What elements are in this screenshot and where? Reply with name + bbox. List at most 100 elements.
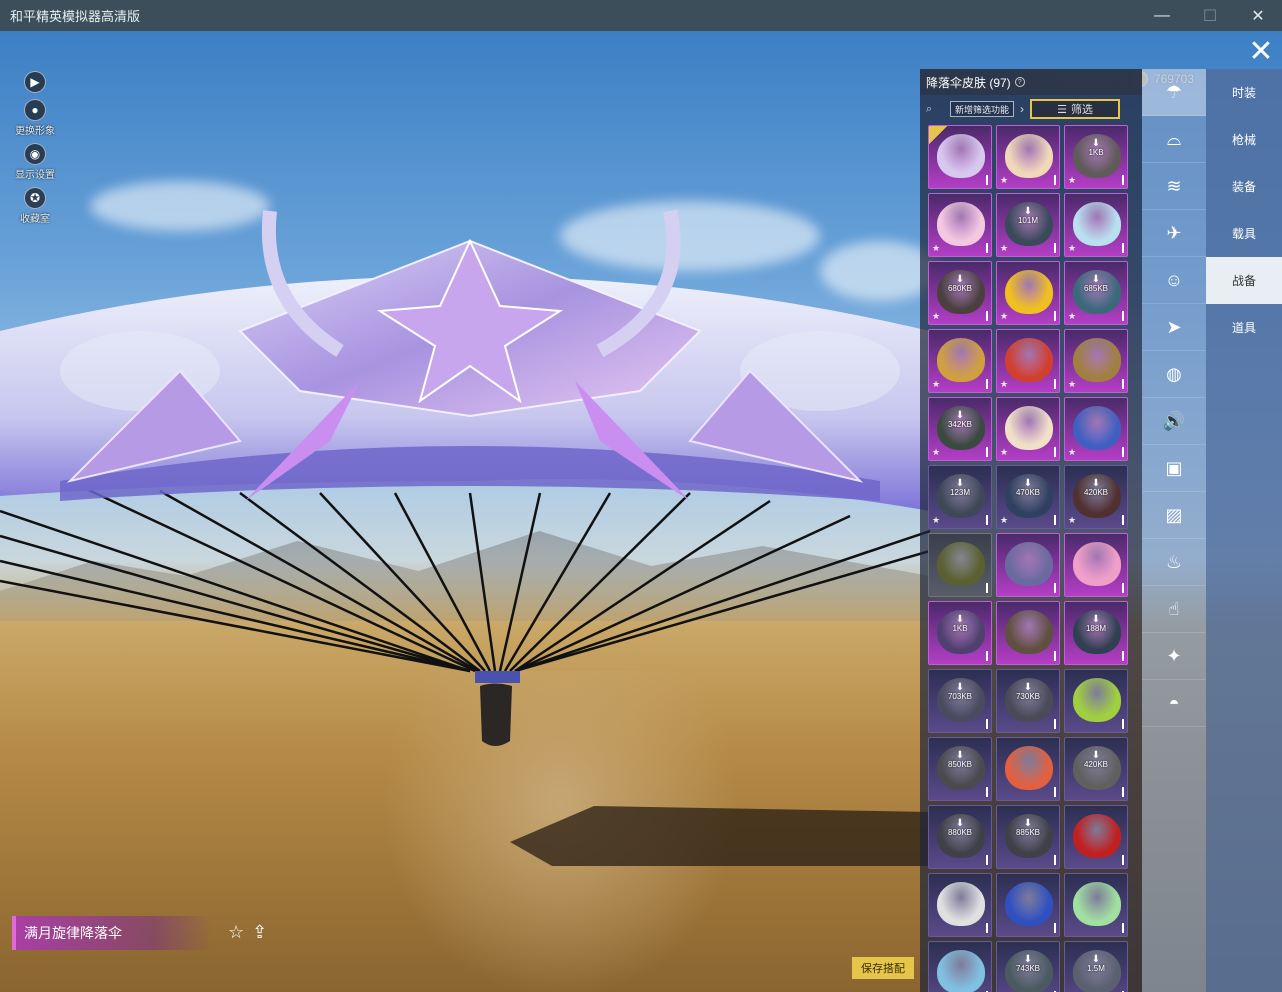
star-icon: ★ (932, 515, 941, 525)
skin-item[interactable] (928, 941, 992, 992)
skin-item[interactable] (928, 533, 992, 597)
skin-item[interactable]: ★ (996, 397, 1060, 461)
new-filter-tag[interactable]: 新增筛选功能 (950, 101, 1015, 117)
tab-2[interactable]: 装备 (1206, 163, 1282, 210)
save-outfit-button[interactable]: 保存搭配 (852, 957, 914, 979)
rarity-bar (1054, 515, 1056, 525)
download-size: 730KB (1015, 692, 1041, 701)
skin-item[interactable]: ⬇ 850KB (928, 737, 992, 801)
bag-icon[interactable]: ⌓ (1142, 116, 1206, 163)
star-icon: ★ (1068, 311, 1077, 321)
parachute-thumbnail (1005, 406, 1053, 450)
skin-item[interactable]: ⬇ 885KB (996, 805, 1060, 869)
left-tool-collection[interactable]: ✪ 收藏室 (10, 187, 60, 225)
cap-icon[interactable]: ◓ (1142, 680, 1206, 727)
chevron-right-icon[interactable]: › (1020, 102, 1024, 116)
parachute-thumbnail (1073, 542, 1121, 586)
share-icon[interactable]: ⇪ (252, 922, 267, 943)
skin-item[interactable]: ★ (996, 261, 1060, 325)
skin-item[interactable]: ⬇ 342KB ★ (928, 397, 992, 461)
skin-item[interactable]: ⬇ 685KB ★ (1064, 261, 1128, 325)
skin-item[interactable]: ⬇ 470KB ★ (996, 465, 1060, 529)
minimize-button[interactable]: — (1138, 0, 1186, 31)
skin-item[interactable]: ⬇ 101M ★ (996, 193, 1060, 257)
skin-item[interactable]: ★ (928, 193, 992, 257)
skin-item[interactable] (996, 533, 1060, 597)
skin-item[interactable]: ★ (1064, 397, 1128, 461)
pumpkin-icon[interactable]: ◍ (1142, 351, 1206, 398)
skin-item[interactable] (928, 125, 992, 189)
skin-item[interactable] (996, 737, 1060, 801)
skin-item[interactable]: ⬇ 880KB (928, 805, 992, 869)
skin-item[interactable] (928, 873, 992, 937)
help-icon[interactable]: ? (1014, 77, 1025, 87)
left-tool-play[interactable]: ▶ (10, 71, 60, 93)
parachute-thumbnail (1005, 270, 1053, 314)
skin-item[interactable]: ⬇ 1.5M (1064, 941, 1128, 992)
rarity-bar (986, 175, 988, 185)
skin-item[interactable] (1064, 805, 1128, 869)
skin-item[interactable]: ★ (1064, 193, 1128, 257)
tab-4[interactable]: 战备 (1206, 257, 1282, 304)
close-button[interactable]: ✕ (1234, 0, 1282, 31)
parachute-thumbnail (1005, 882, 1053, 926)
download-size: 123M (949, 488, 970, 497)
star-icon: ★ (1000, 243, 1009, 253)
star-icon: ★ (1068, 447, 1077, 457)
tab-5[interactable]: 道具 (1206, 304, 1282, 351)
rarity-bar (1054, 379, 1056, 389)
skin-item[interactable] (996, 601, 1060, 665)
filter-button[interactable]: ☰ 筛选 (1030, 99, 1121, 119)
plane-icon[interactable]: ✈ (1142, 210, 1206, 257)
skin-item[interactable]: ⬇ 123M ★ (928, 465, 992, 529)
wand-icon[interactable]: ✦ (1142, 633, 1206, 680)
pointer-icon[interactable]: ☝ (1142, 586, 1206, 633)
skin-item[interactable]: ⬇ 703KB (928, 669, 992, 733)
rarity-bar (986, 719, 988, 729)
star-icon: ★ (932, 447, 941, 457)
left-tool-avatar[interactable]: ● 更换形象 (10, 99, 60, 137)
glider-icon[interactable]: ➤ (1142, 304, 1206, 351)
close-wardrobe-button[interactable]: ✕ (1240, 33, 1282, 69)
tab-3[interactable]: 载具 (1206, 210, 1282, 257)
skin-item[interactable]: ⬇ 420KB (1064, 737, 1128, 801)
rarity-bar (1054, 447, 1056, 457)
skin-item[interactable]: ★ (1064, 329, 1128, 393)
skin-item[interactable] (1064, 669, 1128, 733)
card-icon[interactable]: ▣ (1142, 445, 1206, 492)
skin-item[interactable] (1064, 533, 1128, 597)
skin-item[interactable] (1064, 873, 1128, 937)
parachute-preview (0, 209, 930, 746)
download-size: 420KB (1083, 760, 1109, 769)
skin-item[interactable]: ⬇ 420KB ★ (1064, 465, 1128, 529)
speaker-icon[interactable]: 🔊 (1142, 398, 1206, 445)
left-tool-display[interactable]: ◉ 显示设置 (10, 143, 60, 181)
skin-item[interactable] (996, 873, 1060, 937)
skin-item[interactable]: ⬇ 743KB (996, 941, 1060, 992)
tab-0[interactable]: 时装 (1206, 69, 1282, 116)
rarity-bar (986, 447, 988, 457)
panel-title: 降落伞皮肤 (97) (926, 75, 1011, 90)
parachute-thumbnail (937, 542, 985, 586)
skin-item[interactable]: ⬇ 680KB ★ (928, 261, 992, 325)
equipped-check-icon (929, 126, 947, 144)
skin-item[interactable]: ⬇ 1KB ★ (1064, 125, 1128, 189)
rarity-bar (1122, 923, 1124, 933)
skin-item[interactable]: ⬇ 188M (1064, 601, 1128, 665)
plane-trail-icon[interactable]: ≋ (1142, 163, 1206, 210)
search-icon[interactable]: ⌕ (926, 103, 944, 116)
skin-item[interactable]: ★ (996, 125, 1060, 189)
maximize-button[interactable]: ☐ (1186, 0, 1234, 31)
skin-item[interactable]: ★ (928, 329, 992, 393)
favorite-star-icon[interactable]: ☆ (228, 922, 244, 943)
download-size: 685KB (1083, 284, 1109, 293)
tab-1[interactable]: 枪械 (1206, 116, 1282, 163)
rarity-bar (1054, 787, 1056, 797)
extinguisher-icon[interactable]: ♨ (1142, 539, 1206, 586)
skin-item[interactable]: ★ (996, 329, 1060, 393)
parachute-icon[interactable]: ☂ (1142, 69, 1206, 116)
emote-icon[interactable]: ☺ (1142, 257, 1206, 304)
skin-item[interactable]: ⬇ 730KB (996, 669, 1060, 733)
picture-icon[interactable]: ▨ (1142, 492, 1206, 539)
skin-item[interactable]: ⬇ 1KB (928, 601, 992, 665)
